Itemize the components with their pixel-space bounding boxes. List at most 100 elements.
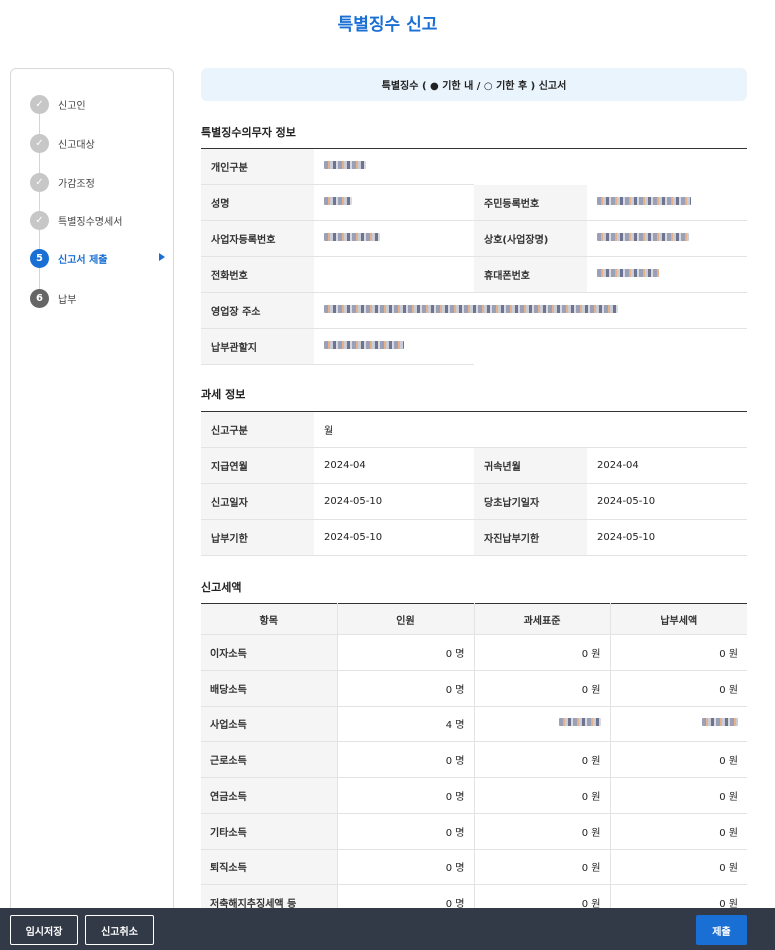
report-date-value: 2024-05-10 — [314, 483, 474, 520]
row-base: 0 원 — [473, 813, 610, 850]
address-value — [314, 292, 747, 329]
row-tax: 0 원 — [609, 849, 747, 886]
row-base: 0 원 — [473, 849, 610, 886]
due-date-label: 납부기한 — [201, 519, 314, 556]
step-1[interactable]: ✓ 신고인 — [30, 94, 170, 114]
step-4[interactable]: ✓ 특별징수명세서 — [30, 210, 170, 230]
col-header-item: 항목 — [201, 603, 337, 635]
report-type-label: 신고구분 — [201, 411, 314, 448]
row-people: 0 명 — [336, 777, 474, 814]
step-5[interactable]: 5 신고서 제출 — [30, 248, 170, 268]
orig-due-value: 2024-05-10 — [587, 483, 747, 520]
row-item: 기타소득 — [201, 813, 337, 850]
redacted-value — [324, 305, 618, 313]
mobile-label: 휴대폰번호 — [474, 256, 587, 293]
step-6[interactable]: 6 납부 — [30, 288, 170, 308]
report-type-value: 월 — [314, 411, 747, 448]
belong-month-value: 2024-04 — [587, 447, 747, 484]
step-number: 6 — [30, 288, 49, 308]
obligor-section-title: 특별징수의무자 정보 — [201, 126, 296, 139]
row-tax: 0 원 — [609, 813, 747, 850]
table-row: 개인구분 — [201, 148, 747, 185]
step-number: 5 — [30, 248, 49, 268]
check-icon: ✓ — [30, 133, 49, 153]
jurisdiction-label: 납부관할지 — [201, 328, 314, 365]
cancel-report-button[interactable]: 신고취소 — [85, 915, 154, 945]
table-row: 지급연월 2024-04 귀속년월 2024-04 — [201, 447, 747, 484]
row-tax: 0 원 — [609, 777, 747, 814]
redacted-value — [702, 718, 738, 727]
type-label: 개인구분 — [201, 148, 314, 185]
table-row: 전화번호 휴대폰번호 — [201, 256, 747, 293]
row-base: 0 원 — [473, 741, 610, 778]
row-people: 0 명 — [336, 813, 474, 850]
address-label: 영업장 주소 — [201, 292, 314, 329]
temp-save-button[interactable]: 임시저장 — [10, 915, 78, 945]
step-label: 가감조정 — [58, 178, 95, 190]
phone-value — [314, 256, 474, 293]
table-row: 신고일자 2024-05-10 당초납기일자 2024-05-10 — [201, 483, 747, 520]
row-item: 연금소득 — [201, 777, 337, 814]
name-label: 성명 — [201, 184, 314, 221]
step-label: 특별징수명세서 — [58, 216, 123, 228]
table-row: 퇴직소득 0 명0 원0 원 — [201, 849, 747, 886]
step-label: 신고대상 — [58, 139, 95, 151]
row-item: 배당소득 — [201, 670, 337, 707]
table-row: 기타소득 0 명0 원0 원 — [201, 813, 747, 850]
amounts-section-title: 신고세액 — [201, 581, 242, 594]
row-people: 0 명 — [336, 670, 474, 707]
table-row: 사업자등록번호 상호(사업장명) — [201, 220, 747, 257]
redacted-value — [324, 161, 366, 169]
col-header-people: 인원 — [336, 603, 474, 635]
tax-info-table: 신고구분 월 지급연월 2024-04 귀속년월 2024-04 신고일자 20… — [201, 411, 747, 556]
self-due-value: 2024-05-10 — [587, 519, 747, 556]
rrn-label: 주민등록번호 — [474, 184, 587, 221]
step-label: 신고서 제출 — [58, 254, 108, 266]
step-label: 납부 — [58, 294, 77, 306]
due-date-value: 2024-05-10 — [314, 519, 474, 556]
table-row: 신고구분 월 — [201, 411, 747, 448]
step-sidebar: ✓ 신고인 ✓ 신고대상 ✓ 가감조정 ✓ 특별징수명세서 5 신고서 제출 6… — [10, 68, 174, 928]
tax-amount-table: 항목 인원 과세표준 납부세액 이자소득 0 명0 원0 원 배당소득 0 명0 원0… — [201, 603, 747, 921]
report-type-banner: 특별징수 ( ● 기한 내 / ○ 기한 후 ) 신고서 — [201, 68, 747, 101]
check-icon: ✓ — [30, 172, 49, 192]
row-tax — [609, 706, 747, 743]
jurisdiction-value — [314, 328, 474, 365]
redacted-value — [597, 269, 659, 277]
redacted-value — [324, 233, 380, 241]
obligor-info-table: 개인구분 성명 주민등록번호 사업자등록번호 상호(사업장명) 전화번호 휴대폰… — [201, 148, 747, 365]
check-icon: ✓ — [30, 210, 49, 230]
pay-month-value: 2024-04 — [314, 447, 474, 484]
belong-month-label: 귀속년월 — [474, 447, 587, 484]
row-people: 0 명 — [336, 634, 474, 671]
row-base: 0 원 — [473, 634, 610, 671]
pay-month-label: 지급연월 — [201, 447, 314, 484]
row-item: 퇴직소득 — [201, 849, 337, 886]
row-tax: 0 원 — [609, 634, 747, 671]
col-header-base: 과세표준 — [473, 603, 610, 635]
company-value — [587, 220, 747, 257]
check-icon: ✓ — [30, 94, 49, 114]
redacted-value — [324, 197, 352, 205]
step-3[interactable]: ✓ 가감조정 — [30, 172, 170, 192]
table-row: 성명 주민등록번호 — [201, 184, 747, 221]
row-base: 0 원 — [473, 777, 610, 814]
redacted-value — [558, 718, 601, 727]
current-step-arrow-icon — [159, 253, 165, 261]
table-row: 납부기한 2024-05-10 자진납부기한 2024-05-10 — [201, 519, 747, 556]
row-item: 근로소득 — [201, 741, 337, 778]
submit-button[interactable]: 제출 — [696, 915, 747, 945]
row-base — [473, 706, 610, 743]
table-row: 영업장 주소 — [201, 292, 747, 329]
redacted-value — [597, 196, 691, 205]
brn-label: 사업자등록번호 — [201, 220, 314, 257]
bottom-action-bar: 임시저장 신고취소 제출 — [0, 908, 775, 950]
step-2[interactable]: ✓ 신고대상 — [30, 133, 170, 153]
table-row: 배당소득 0 명0 원0 원 — [201, 670, 747, 707]
row-item: 사업소득 — [201, 706, 337, 743]
row-tax: 0 원 — [609, 741, 747, 778]
page-title: 특별징수 신고 — [337, 15, 438, 35]
row-people: 4 명 — [336, 706, 474, 743]
table-row: 근로소득 0 명0 원0 원 — [201, 741, 747, 778]
brn-value — [314, 220, 474, 257]
